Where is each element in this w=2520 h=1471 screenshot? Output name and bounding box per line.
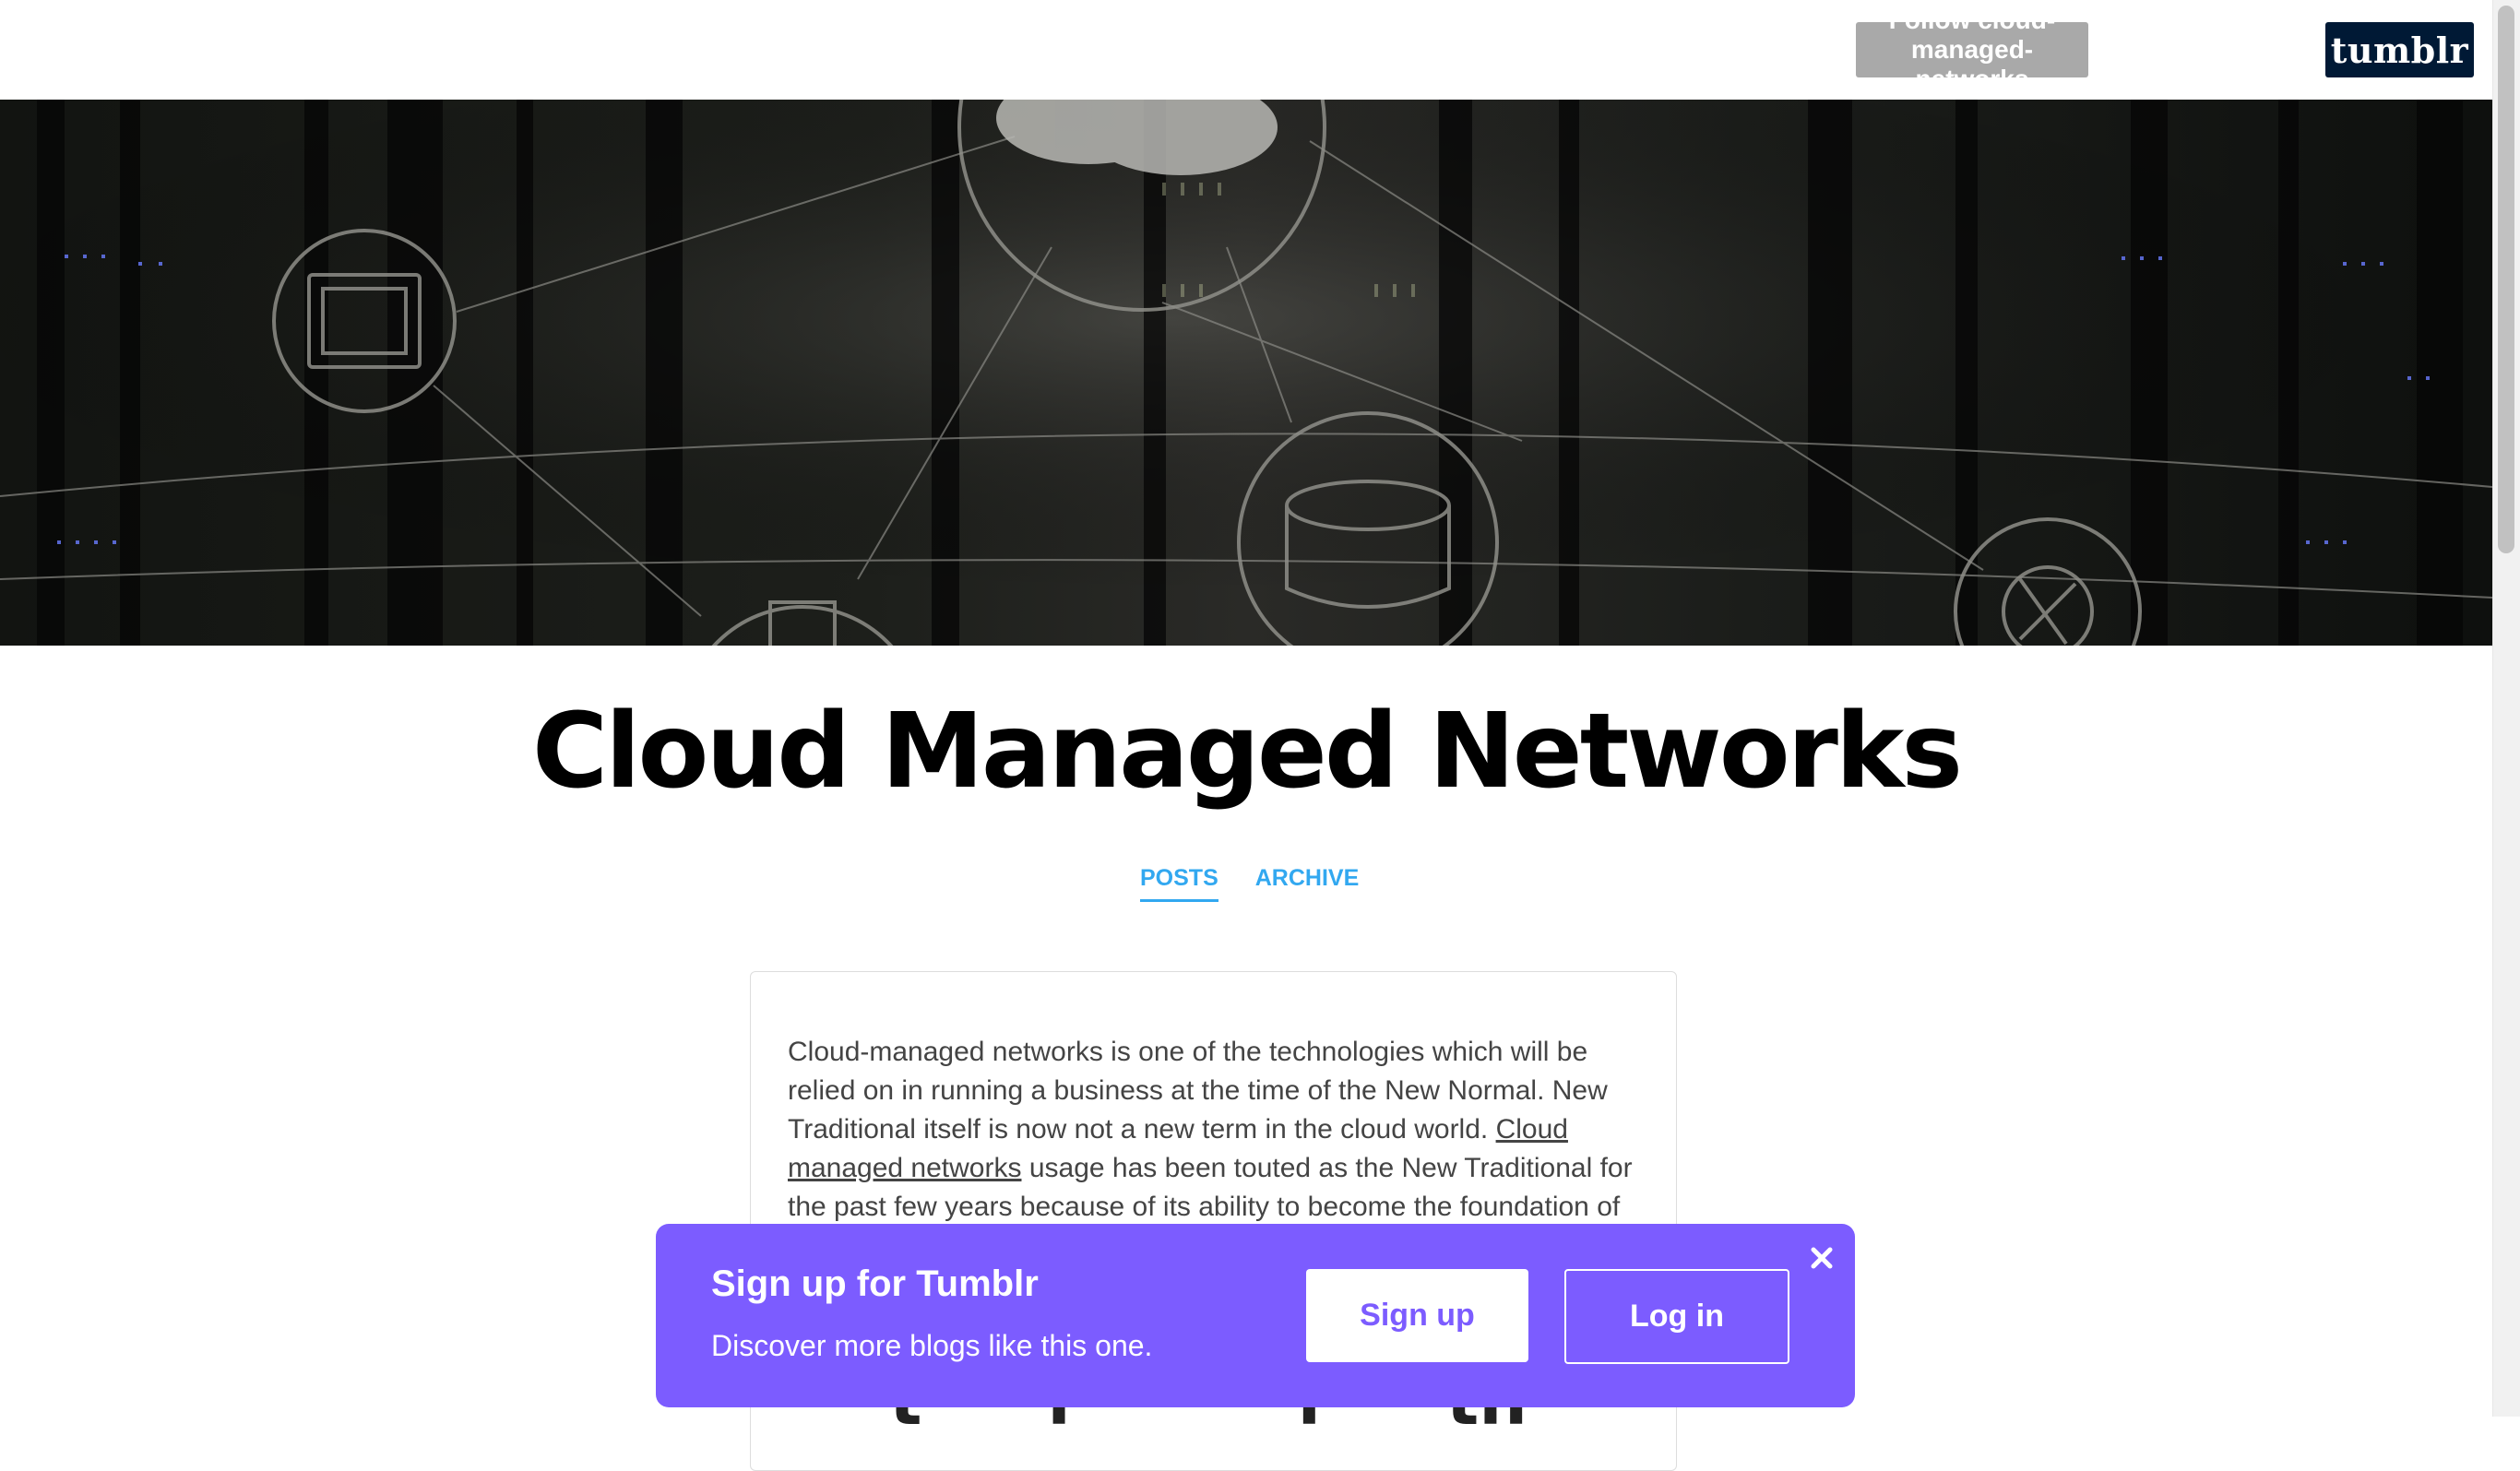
- tab-archive[interactable]: ARCHIVE: [1255, 862, 1360, 899]
- signup-banner: Sign up for Tumblr Discover more blogs l…: [656, 1224, 1855, 1407]
- banner-title: Sign up for Tumblr: [711, 1263, 1039, 1304]
- log-in-button[interactable]: Log in: [1564, 1269, 1789, 1364]
- follow-blog-button[interactable]: Follow cloud-managed-networks: [1856, 6, 2088, 93]
- scrollbar-thumb[interactable]: [2498, 6, 2514, 553]
- blog-nav: POSTS ARCHIVE: [1140, 862, 1359, 903]
- tab-posts[interactable]: POSTS: [1140, 862, 1218, 902]
- post-text-start: Cloud-managed networks is one of the tec…: [788, 1037, 1608, 1145]
- close-icon[interactable]: [1804, 1240, 1839, 1275]
- banner-subtitle: Discover more blogs like this one.: [711, 1329, 1153, 1362]
- blog-title: Cloud Managed Networks: [531, 692, 1963, 812]
- top-bar: Follow cloud-managed-networks tumblr: [0, 0, 2492, 100]
- tumblr-logo[interactable]: tumblr: [2325, 22, 2474, 77]
- sign-up-button[interactable]: Sign up: [1306, 1269, 1528, 1362]
- header-image: [0, 100, 2492, 646]
